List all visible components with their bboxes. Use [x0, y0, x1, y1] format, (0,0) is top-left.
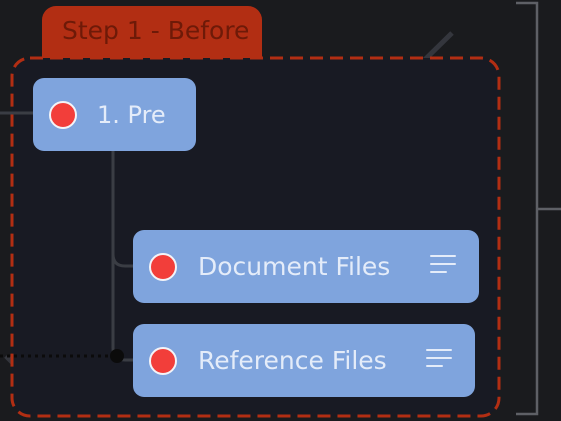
- node-label: Reference Files: [198, 346, 387, 375]
- node-label: 1. Pre: [97, 100, 166, 129]
- hamburger-menu-icon[interactable]: [426, 349, 452, 369]
- red-status-dot: [149, 252, 177, 281]
- node-reference-files[interactable]: Reference Files: [133, 324, 475, 397]
- node-document-files[interactable]: Document Files: [133, 230, 479, 303]
- group-tab[interactable]: Step 1 - Before: [42, 6, 262, 58]
- hamburger-menu-icon[interactable]: [430, 255, 456, 275]
- node-label: Document Files: [198, 252, 391, 281]
- red-status-dot: [49, 100, 77, 129]
- diagram-canvas[interactable]: Step 1 - Before 1. Pre Document Files Re…: [0, 0, 561, 421]
- group-tab-label: Step 1 - Before: [62, 16, 250, 45]
- red-status-dot: [149, 346, 177, 375]
- connection-endpoint-dot[interactable]: [110, 349, 124, 363]
- outer-bracket: [516, 1, 539, 416]
- node-pre[interactable]: 1. Pre: [33, 78, 196, 151]
